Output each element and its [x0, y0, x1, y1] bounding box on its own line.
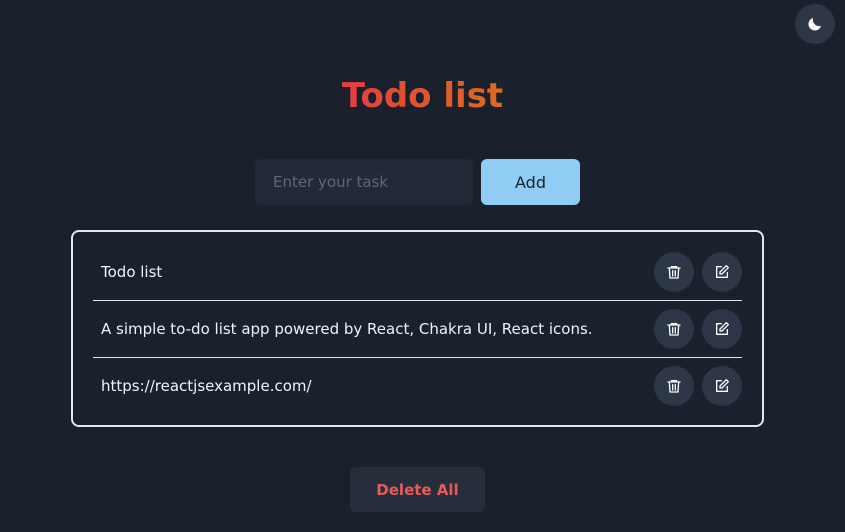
moon-icon [808, 18, 821, 31]
todo-app: Todo list Add Todo list A simple [0, 0, 845, 532]
edit-icon [716, 379, 729, 392]
edit-todo-button[interactable] [702, 252, 742, 292]
todo-item: Todo list [93, 244, 742, 301]
delete-todo-button[interactable] [654, 309, 694, 349]
todo-text: https://reactjsexample.com/ [101, 377, 312, 395]
task-input[interactable] [255, 159, 473, 205]
todo-text: Todo list [101, 263, 163, 281]
todo-actions [654, 309, 742, 349]
trash-icon [667, 323, 681, 336]
todo-item: A simple to-do list app powered by React… [93, 301, 742, 358]
todo-list: Todo list A simple to-do list app powere… [71, 230, 764, 427]
delete-all-button[interactable]: Delete All [350, 467, 485, 512]
todo-text: A simple to-do list app powered by React… [101, 320, 593, 338]
edit-todo-button[interactable] [702, 309, 742, 349]
edit-icon [716, 265, 729, 278]
trash-icon [667, 266, 681, 279]
edit-todo-button[interactable] [702, 366, 742, 406]
delete-todo-button[interactable] [654, 366, 694, 406]
delete-todo-button[interactable] [654, 252, 694, 292]
add-task-form: Add [255, 159, 580, 205]
add-button[interactable]: Add [481, 159, 580, 205]
todo-actions [654, 366, 742, 406]
page-title-text: Todo list [341, 76, 504, 116]
todo-actions [654, 252, 742, 292]
theme-toggle-button[interactable] [795, 4, 835, 44]
trash-icon [667, 380, 681, 393]
edit-icon [716, 322, 729, 335]
todo-item: https://reactjsexample.com/ [93, 358, 742, 414]
page-title: Todo list [0, 72, 845, 120]
